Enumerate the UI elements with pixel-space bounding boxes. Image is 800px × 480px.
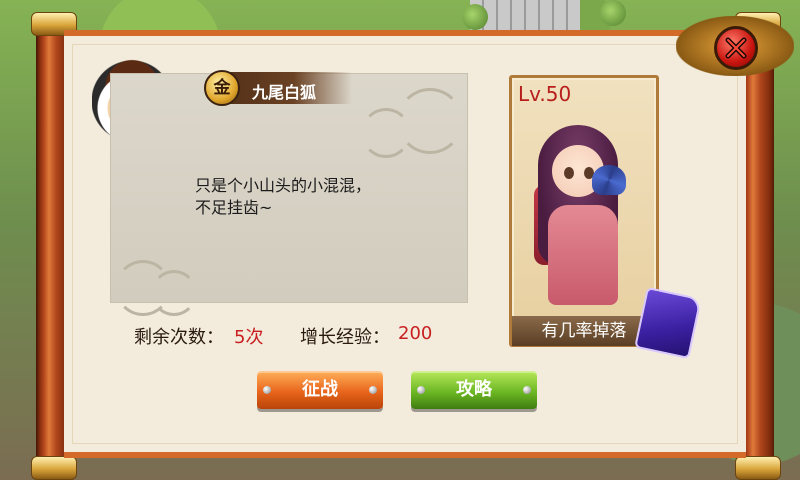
background-tree: [462, 4, 488, 30]
background-tree: [600, 0, 626, 26]
npc-name: 九尾白狐: [252, 83, 317, 102]
enemy-level: Lv.50: [518, 82, 572, 106]
guide-button[interactable]: 攻略: [411, 371, 537, 409]
gold-grade-badge: 金: [204, 70, 240, 106]
guide-button-label: 攻略: [456, 379, 492, 400]
button-stud: [417, 386, 425, 394]
button-stud: [523, 386, 531, 394]
fan-icon: [592, 165, 626, 195]
npc-dialog-text: 只是个小山头的小混混， 不足挂齿~: [195, 176, 372, 217]
swirl-ornament: [151, 270, 197, 316]
remaining-attempts-value: 5次: [234, 327, 264, 348]
button-stud: [369, 386, 377, 394]
close-button[interactable]: [714, 26, 758, 70]
swirl-ornament: [361, 108, 411, 158]
exp-gain-label: 增长经验：: [300, 327, 390, 348]
close-icon: [725, 37, 747, 59]
fight-button-label: 征战: [302, 379, 338, 400]
remaining-attempts-label: 剩余次数：: [134, 327, 224, 348]
exp-gain-value: 200: [398, 323, 433, 344]
fight-button[interactable]: 征战: [257, 371, 383, 409]
enemy-character-art: [530, 105, 640, 315]
button-stud: [263, 386, 271, 394]
